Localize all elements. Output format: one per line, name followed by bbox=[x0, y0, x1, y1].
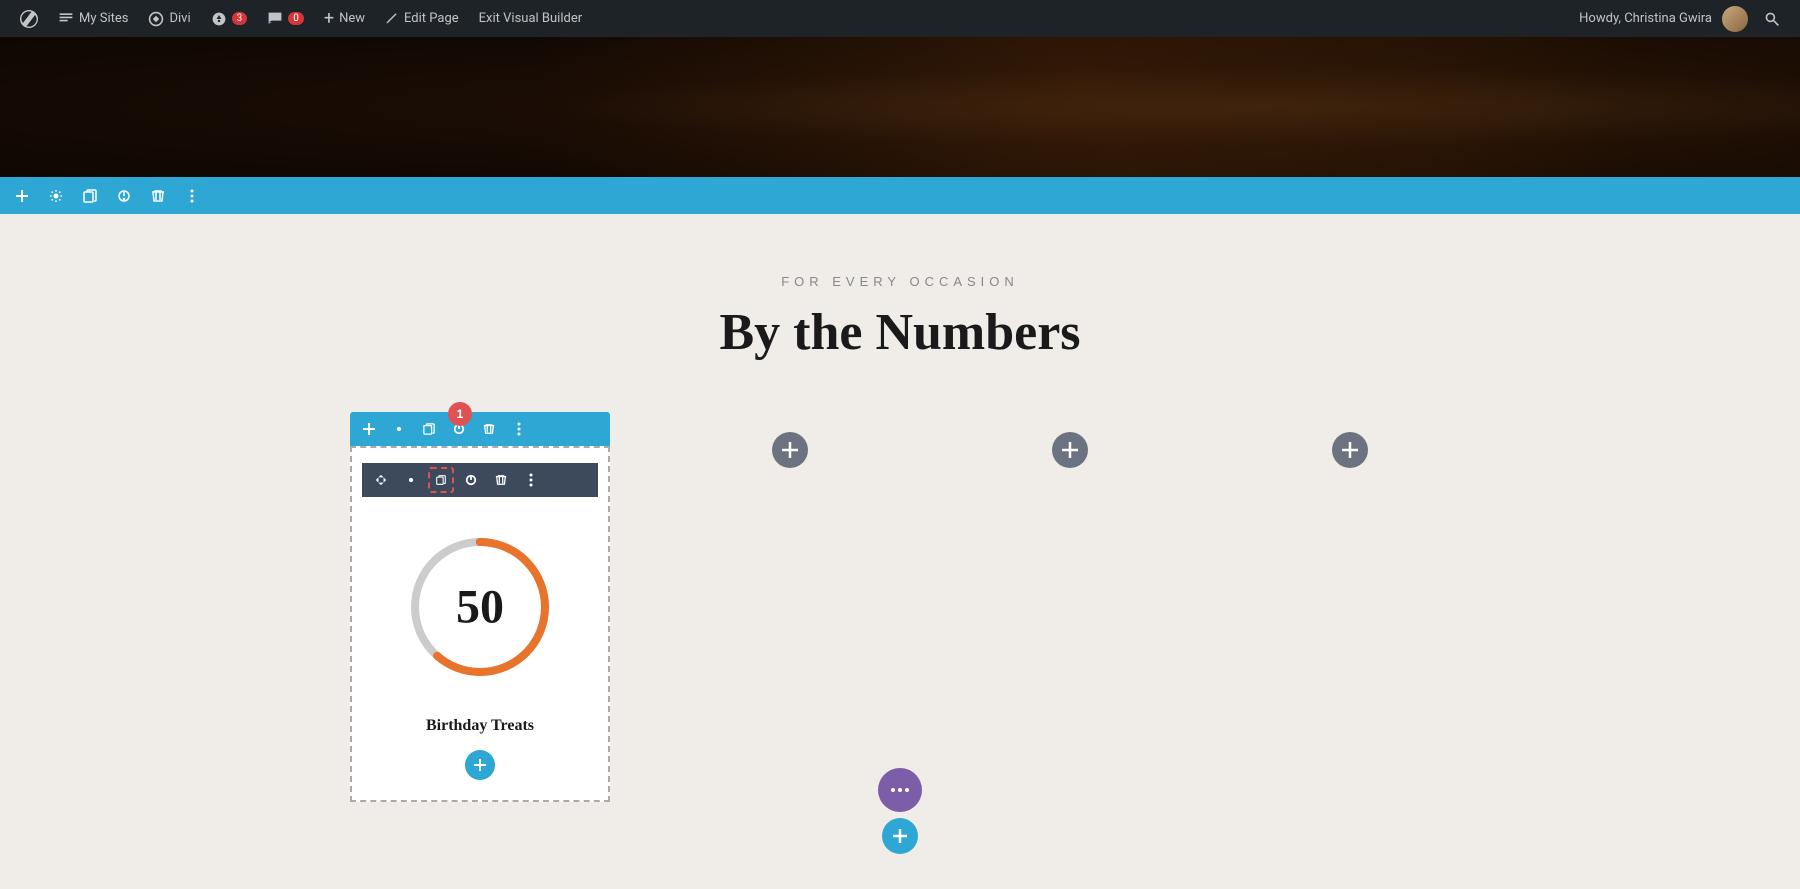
add-module-inside-button[interactable] bbox=[465, 750, 495, 780]
section-title: By the Numbers bbox=[719, 303, 1080, 362]
purple-options-button[interactable] bbox=[878, 768, 922, 812]
column-1: 1 bbox=[350, 412, 610, 802]
col-add-button[interactable] bbox=[356, 416, 382, 442]
comments-menu[interactable]: 0 bbox=[257, 0, 314, 37]
my-sites-label: My Sites bbox=[79, 11, 128, 26]
exit-visual-builder-menu[interactable]: Exit Visual Builder bbox=[469, 0, 592, 37]
col-settings-button[interactable] bbox=[386, 416, 412, 442]
module-disable-button[interactable] bbox=[458, 467, 484, 493]
updates-menu[interactable]: 3 bbox=[201, 0, 258, 37]
section-settings-button[interactable] bbox=[42, 182, 70, 210]
new-menu[interactable]: + New bbox=[314, 0, 375, 37]
section-toolbar bbox=[0, 177, 1800, 214]
col4-add-module-button[interactable] bbox=[1332, 432, 1368, 468]
section-disable-button[interactable] bbox=[110, 182, 138, 210]
col-clone-button[interactable] bbox=[416, 416, 442, 442]
section-delete-button[interactable] bbox=[144, 182, 172, 210]
module-label: Birthday Treats bbox=[362, 717, 598, 735]
edit-page-menu[interactable]: Edit Page bbox=[375, 0, 469, 37]
module-toolbar bbox=[362, 463, 598, 497]
column-toolbar: 1 bbox=[350, 412, 610, 446]
column-2 bbox=[690, 412, 890, 488]
module-clone-button[interactable] bbox=[428, 467, 454, 493]
column-3 bbox=[970, 412, 1170, 488]
section-clone-button[interactable] bbox=[76, 182, 104, 210]
edit-page-label: Edit Page bbox=[404, 11, 459, 26]
content-section: FOR EVERY OCCASION By the Numbers 1 bbox=[0, 214, 1800, 884]
my-sites-menu[interactable]: My Sites bbox=[48, 0, 138, 37]
circle-chart-wrapper: 50 bbox=[362, 507, 598, 707]
updates-count: 3 bbox=[232, 12, 248, 25]
section-more-button[interactable] bbox=[178, 182, 206, 210]
section-subtitle: FOR EVERY OCCASION bbox=[781, 274, 1019, 289]
green-add-button[interactable] bbox=[882, 818, 918, 854]
comments-count: 0 bbox=[288, 12, 304, 25]
wp-logo[interactable] bbox=[10, 0, 48, 37]
greeting-text: Howdy, Christina Gwira bbox=[1579, 11, 1712, 26]
col2-add-module-button[interactable] bbox=[772, 432, 808, 468]
module-container: 50 Birthday Treats bbox=[350, 446, 610, 802]
module-settings-button[interactable] bbox=[398, 467, 424, 493]
col-more-button[interactable] bbox=[506, 416, 532, 442]
circle-chart: 50 bbox=[400, 527, 560, 687]
search-icon[interactable] bbox=[1753, 0, 1790, 37]
module-more-button[interactable] bbox=[518, 467, 544, 493]
hero-section bbox=[0, 37, 1800, 177]
bottom-buttons bbox=[878, 768, 922, 854]
section-add-button[interactable] bbox=[8, 182, 36, 210]
admin-bar-right: Howdy, Christina Gwira bbox=[1579, 0, 1790, 37]
col-delete-button[interactable] bbox=[476, 416, 502, 442]
admin-bar: My Sites Divi 3 0 + New Edit Page Exit V… bbox=[0, 0, 1800, 37]
notification-badge: 1 bbox=[448, 402, 472, 426]
divi-menu[interactable]: Divi bbox=[138, 0, 200, 37]
columns-row: 1 bbox=[350, 412, 1450, 802]
avatar[interactable] bbox=[1722, 6, 1748, 32]
module-move-button[interactable] bbox=[368, 467, 394, 493]
divi-label: Divi bbox=[169, 11, 190, 26]
col3-add-module-button[interactable] bbox=[1052, 432, 1088, 468]
new-label: New bbox=[339, 11, 365, 26]
hero-overlay bbox=[0, 37, 1800, 177]
exit-visual-builder-label: Exit Visual Builder bbox=[479, 11, 582, 26]
circle-number: 50 bbox=[456, 580, 504, 635]
column-4 bbox=[1250, 412, 1450, 488]
module-delete-button[interactable] bbox=[488, 467, 514, 493]
